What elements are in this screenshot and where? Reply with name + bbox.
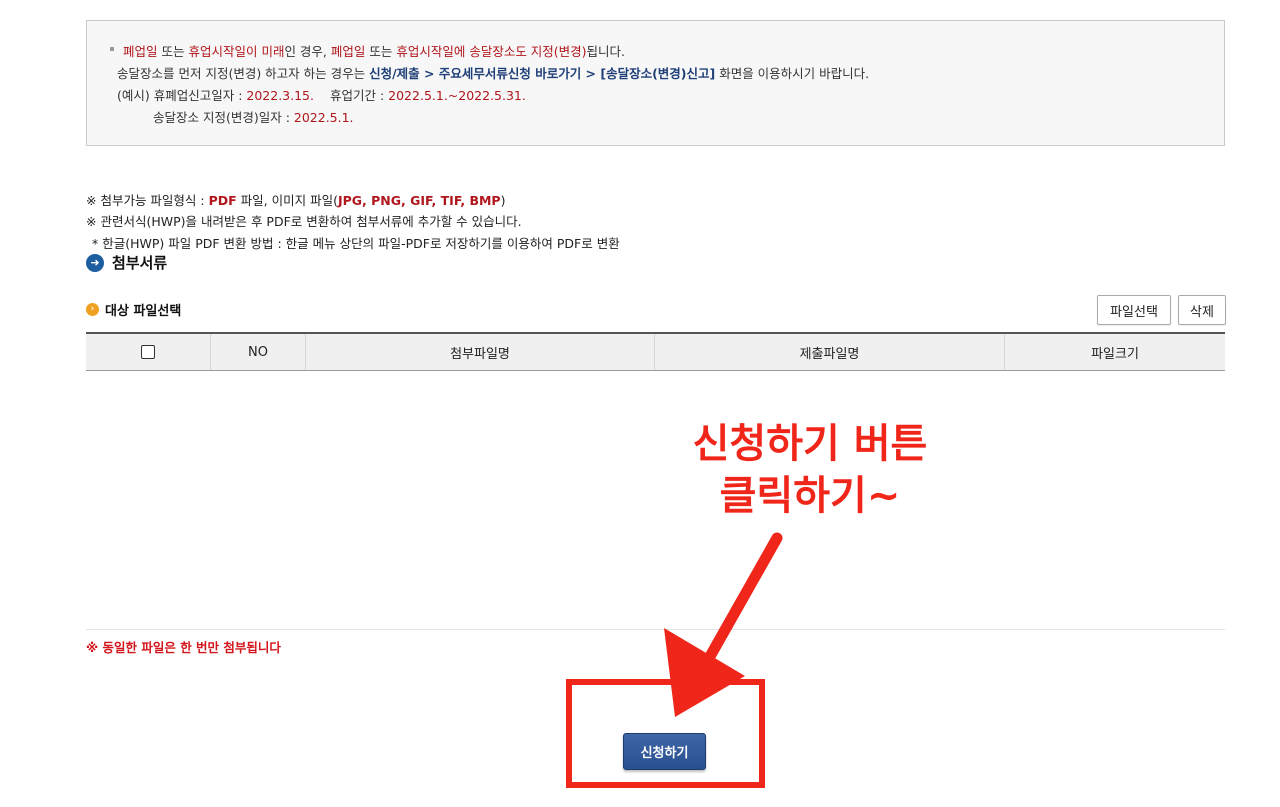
annotation-line: 클릭하기~: [719, 473, 901, 519]
chevron-right-circle-icon: ›: [86, 303, 99, 316]
notice-text: 송달장소 지정(변경)일자 :: [153, 110, 294, 125]
notice-text: 또는: [365, 44, 397, 59]
arrow-right-circle-icon: ➜: [86, 253, 104, 272]
hwp-convert-note: * 한글(HWP) 파일 PDF 변환 방법 : 한글 메뉴 상단의 파일-PD…: [92, 236, 620, 251]
notice-text: 송달장소를 먼저 지정(변경) 하고자 하는 경우는: [117, 66, 370, 81]
column-header: NO: [211, 334, 306, 370]
file-select-title: › 대상 파일선택: [86, 300, 181, 319]
notice-text: 폐업일: [123, 44, 158, 59]
select-all-checkbox[interactable]: [141, 345, 155, 359]
note-text: 파일, 이미지 파일(: [236, 193, 338, 208]
notice-text: 휴업시작일에 송달장소도 지정(변경): [396, 44, 587, 59]
column-header: 파일크기: [1091, 346, 1139, 362]
note-text: ※ 첨부가능 파일형식 :: [86, 193, 209, 208]
note-format: JPG, PNG, GIF, TIF, BMP: [337, 193, 501, 208]
notice-text: 또는: [157, 44, 189, 59]
note-text: ): [500, 193, 506, 208]
duplicate-file-warning: ※ 동일한 파일은 한 번만 첨부됩니다: [86, 640, 281, 655]
notice-bullet: [110, 47, 114, 51]
file-table-header: NO 첨부파일명 제출파일명 파일크기: [86, 332, 1225, 371]
table-bottom-divider: [86, 629, 1225, 630]
notice-line-1: 폐업일 또는 휴업시작일이 미래인 경우, 폐업일 또는 휴업시작일에 송달장소…: [123, 41, 625, 60]
annotation-line: 신청하기 버튼: [692, 421, 928, 467]
file-select-title-label: 대상 파일선택: [105, 304, 182, 319]
notice-text: 됩니다.: [586, 44, 626, 59]
notice-text: 휴업시작일이 미래: [188, 44, 285, 59]
notice-date: 2022.5.1.~2022.5.31.: [388, 88, 526, 103]
hwp-note: ※ 관련서식(HWP)을 내려받은 후 PDF로 변환하여 첨부서류에 추가할 …: [86, 214, 522, 229]
notice-text: (예시) 휴폐업신고일자 :: [117, 88, 247, 103]
select-all-cell: [86, 334, 211, 370]
notice-line-4: 송달장소 지정(변경)일자 : 2022.5.1.: [153, 107, 354, 126]
notice-date: 2022.3.15.: [246, 88, 314, 103]
note-format: PDF: [208, 193, 237, 208]
submit-button[interactable]: 신청하기: [623, 733, 706, 770]
notice-text: 폐업일: [330, 44, 366, 59]
section-title: ➜ 첨부서류: [86, 252, 167, 273]
column-header: 첨부파일명: [306, 334, 655, 370]
delete-button[interactable]: 삭제: [1178, 295, 1226, 325]
annotation-text: 신청하기 버튼 클릭하기~: [660, 418, 960, 522]
section-title-label: 첨부서류: [112, 254, 168, 272]
notice-box: 폐업일 또는 휴업시작일이 미래인 경우, 폐업일 또는 휴업시작일에 송달장소…: [86, 20, 1225, 146]
file-format-note: ※ 첨부가능 파일형식 : PDF 파일, 이미지 파일(JPG, PNG, G…: [86, 190, 505, 209]
notice-date: 2022.5.1.: [293, 110, 354, 125]
notice-line-3: (예시) 휴폐업신고일자 : 2022.3.15. 휴업기간 : 2022.5.1…: [117, 85, 526, 104]
file-select-button[interactable]: 파일선택: [1097, 295, 1171, 325]
notice-text: 화면을 이용하시기 바랍니다.: [715, 66, 870, 81]
notice-text: 휴업기간 :: [329, 88, 389, 103]
column-header: 제출파일명: [655, 334, 1005, 370]
notice-line-2: 송달장소를 먼저 지정(변경) 하고자 하는 경우는 신청/제출 > 주요세무서…: [117, 63, 869, 82]
notice-text: 인 경우,: [284, 44, 331, 59]
notice-menu-path: 신청/제출 > 주요세무서류신청 바로가기 > [송달장소(변경)신고]: [369, 66, 716, 81]
